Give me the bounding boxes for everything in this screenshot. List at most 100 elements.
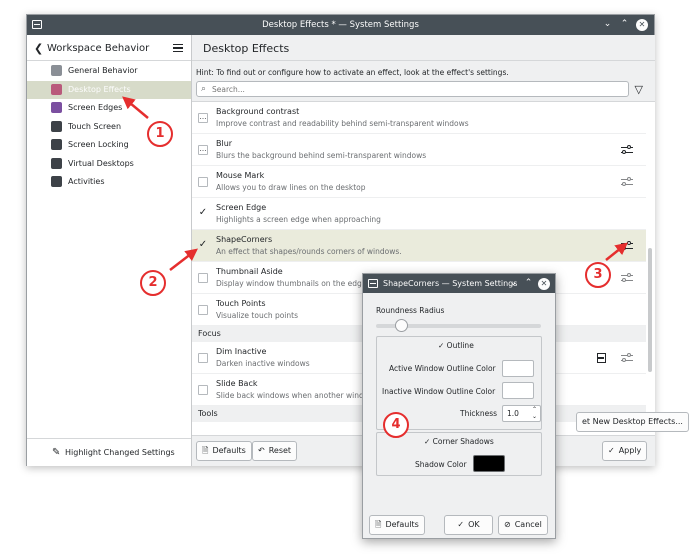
configure-effect-icon[interactable] xyxy=(621,144,633,156)
shadow-color-button[interactable] xyxy=(473,455,505,472)
effect-name: Dim Inactive xyxy=(216,347,267,356)
activities-icon xyxy=(51,176,62,187)
ok-button[interactable]: ✓ OK xyxy=(444,515,493,535)
annotation-marker-3: 3 xyxy=(585,262,611,288)
effect-checkbox[interactable] xyxy=(198,353,208,363)
active-outline-label: Active Window Outline Color xyxy=(389,364,496,373)
close-button[interactable]: ✕ xyxy=(636,19,648,31)
thickness-label: Thickness xyxy=(460,409,498,418)
sidebar-item-label: Virtual Desktops xyxy=(68,158,134,168)
virtual-desktops-icon xyxy=(51,157,62,169)
configure-effect-icon[interactable] xyxy=(621,176,633,188)
sidebar-item-screen-edges[interactable]: Screen Edges xyxy=(27,99,191,117)
effect-description: Highlights a screen edge when approachin… xyxy=(216,215,381,224)
minimize-button[interactable]: ⌄ xyxy=(602,18,613,31)
window-titlebar[interactable]: Desktop Effects * — System Settings ⌄ ⌃ … xyxy=(27,15,654,35)
back-icon[interactable]: ❮ xyxy=(34,42,43,55)
sidebar-item-label: Activities xyxy=(68,177,105,186)
shapecorners-dialog: ShapeCorners — System Settings ⌄ ⌃ ✕ Rou… xyxy=(362,273,556,539)
corner-shadows-check-icon: ✓ xyxy=(424,437,433,446)
effect-description: Slide back windows when another wind xyxy=(216,391,364,400)
sidebar-item-activities[interactable]: Activities xyxy=(27,173,191,191)
hamburger-menu-icon[interactable] xyxy=(173,44,183,52)
ok-label: OK xyxy=(468,520,480,529)
desktop-effects-icon xyxy=(51,83,62,95)
effect-checkbox[interactable]: … xyxy=(198,145,208,155)
active-outline-color-button[interactable] xyxy=(502,360,534,377)
get-new-desktop-effects-button[interactable]: et New Desktop Effects... xyxy=(576,412,689,432)
inactive-outline-color-button[interactable] xyxy=(502,382,534,399)
effect-name: Blur xyxy=(216,139,233,148)
dialog-defaults-button[interactable]: 🗎 Defaults xyxy=(369,515,425,535)
hint-text: Hint: To find out or configure how to ac… xyxy=(196,68,509,77)
effect-description: Improve contrast and readability behind … xyxy=(216,119,469,128)
effect-name: ShapeCorners xyxy=(216,235,273,244)
corner-shadows-label: Corner Shadows xyxy=(432,437,494,446)
effect-row[interactable]: ✓ ShapeCorners An effect that shapes/round… xyxy=(192,230,646,262)
effect-row[interactable]: ✓ Screen Edge Highlights a screen edge whe… xyxy=(192,198,646,230)
scrollbar[interactable] xyxy=(648,248,652,372)
maximize-button[interactable]: ⌃ xyxy=(619,18,630,31)
dialog-menu-icon[interactable] xyxy=(368,279,378,288)
filter-icon[interactable]: ▽ xyxy=(635,83,643,96)
sidebar-item-label: General Behavior xyxy=(68,66,138,75)
configure-effect-icon[interactable] xyxy=(621,352,633,364)
highlight-changed-settings-button[interactable]: ✎ Highlight Changed Settings xyxy=(27,438,191,466)
effect-description: Visualize touch points xyxy=(216,311,298,320)
effect-checkbox[interactable]: … xyxy=(198,113,208,123)
get-new-label: et New Desktop Effects... xyxy=(582,417,683,426)
dialog-minimize-button[interactable]: ⌄ xyxy=(508,277,519,290)
configure-effect-icon[interactable] xyxy=(621,272,633,284)
window-title: Desktop Effects * — System Settings xyxy=(262,20,419,30)
main-header: Desktop Effects xyxy=(192,35,655,61)
outline-label: Outline xyxy=(446,341,474,350)
video-preview-icon[interactable] xyxy=(597,353,606,363)
roundness-slider-handle[interactable] xyxy=(394,319,408,332)
sidebar: ❮ Workspace Behavior General Behavior Des… xyxy=(27,35,192,466)
effect-row[interactable]: Mouse Mark Allows you to draw lines on th… xyxy=(192,166,646,198)
dialog-defaults-icon: 🗎 xyxy=(375,520,382,529)
configure-effect-icon[interactable] xyxy=(621,240,633,252)
sidebar-item-desktop-effects[interactable]: Desktop Effects xyxy=(27,80,191,99)
ok-check-icon: ✓ xyxy=(457,520,465,529)
apply-button[interactable]: ✓ Apply xyxy=(602,441,648,461)
effect-checkbox[interactable] xyxy=(198,385,208,395)
search-input[interactable] xyxy=(212,83,612,95)
thickness-value: 1.0 xyxy=(507,409,519,418)
corner-shadows-checkbox[interactable]: ✓ Corner Shadows xyxy=(424,437,494,446)
effect-checkbox[interactable]: ✓ xyxy=(198,240,208,251)
effect-row[interactable]: … Blur Blurs the background behind semi-tr… xyxy=(192,134,646,166)
effect-description: Allows you to draw lines on the desktop xyxy=(216,183,366,192)
effect-description: An effect that shapes/rounds corners of … xyxy=(216,247,402,256)
annotation-marker-1: 1 xyxy=(147,121,173,147)
general-behavior-icon xyxy=(51,65,62,76)
effect-row[interactable]: … Background contrast Improve contrast and… xyxy=(192,102,646,134)
reset-icon: ↶ xyxy=(258,446,265,455)
roundness-radius-label: Roundness Radius xyxy=(376,306,445,315)
reset-button[interactable]: ↶ Reset xyxy=(252,441,298,461)
effect-checkbox[interactable] xyxy=(198,305,208,315)
sidebar-item-label: Touch Screen xyxy=(68,121,122,131)
defaults-button[interactable]: 🗎 Defaults xyxy=(196,441,252,461)
effect-description: Darken inactive windows xyxy=(216,359,310,368)
effect-checkbox[interactable]: ✓ xyxy=(198,208,208,219)
sidebar-title: Workspace Behavior xyxy=(47,43,150,54)
sidebar-item-virtual-desktops[interactable]: Virtual Desktops xyxy=(27,155,191,173)
effect-name: Slide Back xyxy=(216,379,258,388)
checkmark-icon: ✓ xyxy=(608,446,615,455)
thickness-spinbox[interactable]: 1.0 ⌃ ⌄ xyxy=(502,405,541,422)
effect-name: Screen Edge xyxy=(216,203,267,212)
dialog-close-button[interactable]: ✕ xyxy=(538,278,550,290)
shadow-color-label: Shadow Color xyxy=(415,460,467,469)
dialog-maximize-button[interactable]: ⌃ xyxy=(523,277,534,290)
cancel-button[interactable]: ⊘ Cancel xyxy=(498,515,548,535)
effect-name: Touch Points xyxy=(216,299,266,308)
search-box[interactable]: ⌕ xyxy=(196,81,629,97)
spin-arrows-icon[interactable]: ⌃ ⌄ xyxy=(532,406,537,420)
outline-checkbox[interactable]: ✓ Outline xyxy=(438,341,474,350)
dialog-titlebar[interactable]: ShapeCorners — System Settings ⌄ ⌃ ✕ xyxy=(363,274,555,293)
effect-checkbox[interactable] xyxy=(198,177,208,187)
sidebar-item-general-behavior[interactable]: General Behavior xyxy=(27,62,191,80)
highlight-changed-label: Highlight Changed Settings xyxy=(65,448,175,457)
effect-checkbox[interactable] xyxy=(198,273,208,283)
